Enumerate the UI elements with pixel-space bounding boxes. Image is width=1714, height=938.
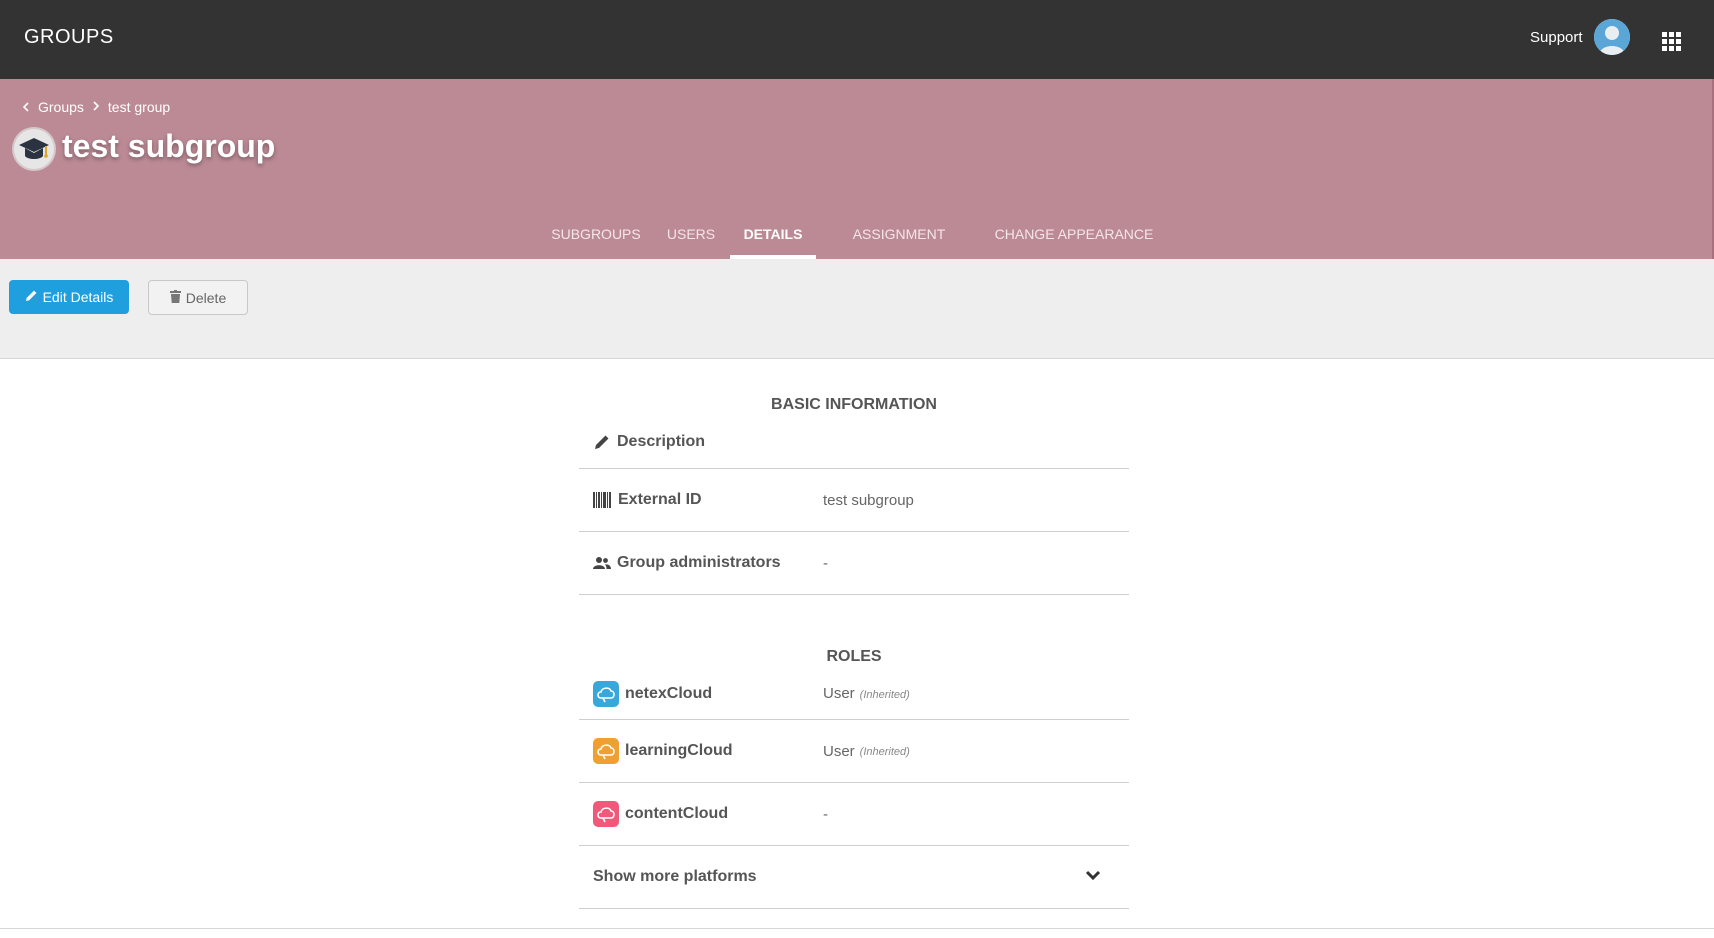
- apps-grid-icon[interactable]: [1662, 32, 1681, 51]
- delete-label: Delete: [185, 289, 227, 306]
- tab-change-appearance[interactable]: CHANGE APPEARANCE: [994, 215, 1154, 259]
- user-avatar-icon[interactable]: [1594, 19, 1630, 55]
- support-link[interactable]: Support: [1530, 29, 1583, 46]
- external-id-label: External ID: [618, 491, 702, 508]
- breadcrumb: Groups test group: [22, 99, 170, 115]
- contentcloud-role-value: -: [823, 805, 828, 823]
- description-row: Description: [579, 416, 1129, 469]
- breadcrumb-groups-link[interactable]: Groups: [38, 99, 84, 115]
- tab-bar: SUBGROUPS USERS DETAILS ASSIGNMENT RULES…: [0, 215, 1714, 280]
- tab-assignment-rules[interactable]: ASSIGNMENT RULES: [829, 215, 969, 280]
- page-title: test subgroup: [62, 128, 276, 164]
- learningcloud-icon: [593, 738, 619, 764]
- show-more-platforms-row[interactable]: Show more platforms: [579, 846, 1129, 909]
- group-administrators-value: -: [823, 554, 828, 572]
- barcode-icon: [593, 492, 612, 508]
- graduation-cap-icon: [14, 129, 54, 169]
- pencil-icon: [25, 289, 43, 305]
- basic-information-heading: BASIC INFORMATION: [771, 396, 937, 413]
- breadcrumb-test-group-link[interactable]: test group: [108, 99, 170, 115]
- role-row-contentcloud: contentCloud -: [579, 783, 1129, 846]
- netexcloud-role-value: User: [823, 685, 855, 702]
- role-row-netexcloud: netexCloud User (Inherited): [579, 668, 1129, 720]
- contentcloud-icon: [593, 801, 619, 827]
- app-title: GROUPS: [24, 26, 114, 48]
- learningcloud-role-value: User: [823, 742, 855, 760]
- action-toolbar: Edit Details Delete: [0, 259, 1714, 359]
- netexcloud-inherited-note: (Inherited): [859, 688, 910, 701]
- chevron-right-icon: [92, 100, 100, 114]
- edit-details-label: Edit Details: [42, 289, 114, 305]
- netexcloud-icon: [593, 680, 619, 707]
- group-administrators-row: Group administrators -: [579, 532, 1129, 595]
- trash-icon: [169, 289, 186, 306]
- show-more-platforms-label: Show more platforms: [593, 868, 757, 885]
- group-administrators-label: Group administrators: [617, 554, 781, 571]
- group-admins-icon: [593, 556, 611, 570]
- description-label: Description: [617, 433, 706, 450]
- chevron-left-icon[interactable]: [22, 99, 30, 115]
- tab-subgroups[interactable]: SUBGROUPS: [551, 215, 641, 259]
- chevron-down-icon[interactable]: [1085, 868, 1101, 886]
- roles-heading: ROLES: [826, 648, 882, 665]
- pencil-icon: [593, 433, 611, 451]
- delete-button[interactable]: Delete: [148, 280, 248, 315]
- edit-details-button[interactable]: Edit Details: [9, 280, 129, 314]
- learningcloud-inherited-note: (Inherited): [859, 746, 910, 758]
- netexcloud-label: netexCloud: [625, 684, 713, 702]
- learningcloud-label: learningCloud: [625, 742, 733, 759]
- contentcloud-label: contentCloud: [625, 805, 729, 822]
- external-id-row: External ID test subgroup: [579, 469, 1129, 532]
- external-id-value: test subgroup: [823, 491, 914, 509]
- footer-divider: [0, 928, 1714, 929]
- tab-users[interactable]: USERS: [666, 215, 716, 259]
- role-row-learningcloud: learningCloud User (Inherited): [579, 720, 1129, 783]
- group-header: Groups test group test subgroup SUBGROUP…: [0, 79, 1714, 280]
- top-bar: GROUPS Support: [0, 0, 1714, 79]
- tab-details[interactable]: DETAILS: [730, 215, 816, 259]
